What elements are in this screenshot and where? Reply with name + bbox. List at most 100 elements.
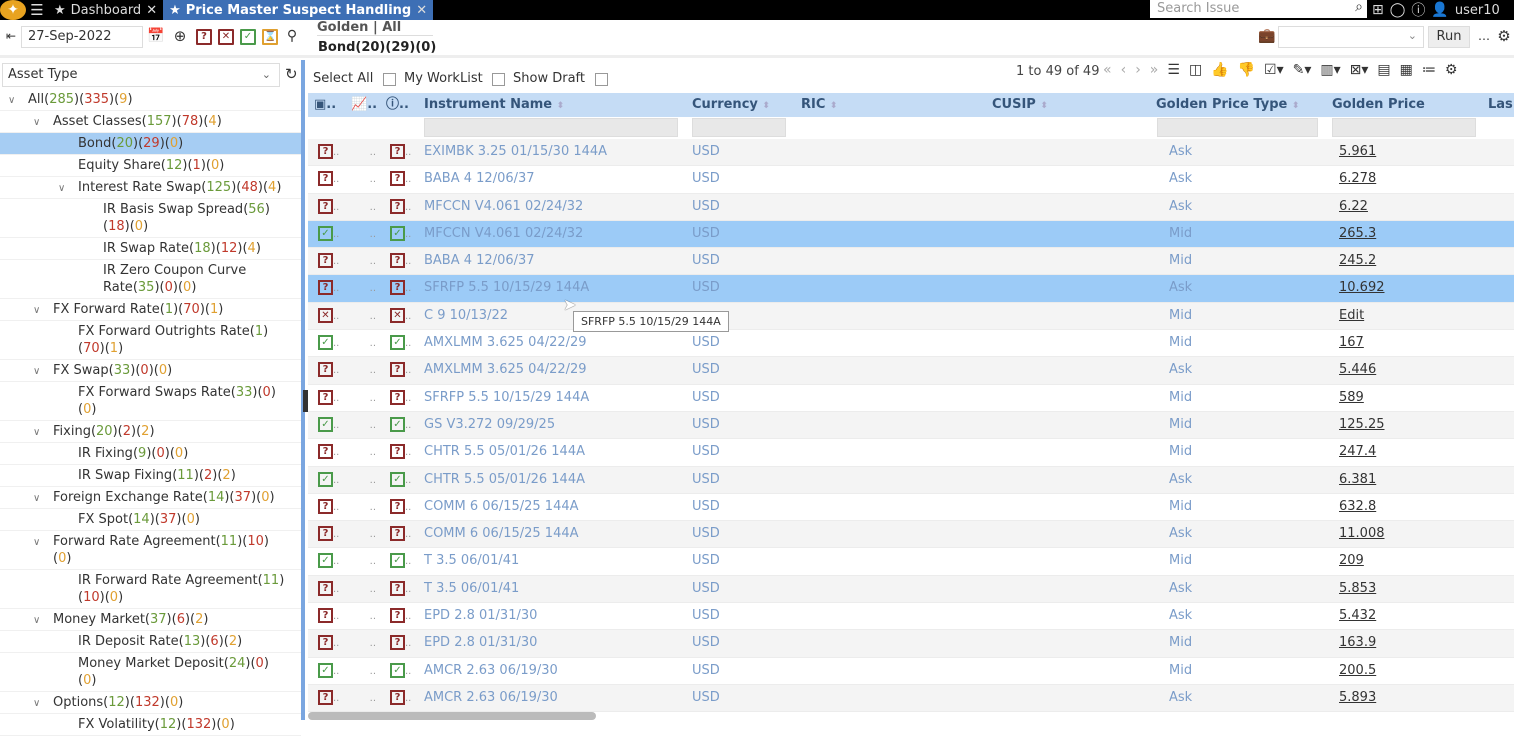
status-approved-icon[interactable]: ✓: [318, 553, 333, 569]
run-select[interactable]: ⌄: [1278, 26, 1424, 48]
instrument-filter-input[interactable]: [424, 118, 678, 137]
status-cell[interactable]: ✓..: [312, 658, 345, 684]
chevron-down-icon[interactable]: ∨: [33, 612, 40, 629]
chart-cell[interactable]: ..: [345, 139, 380, 165]
info-cell[interactable]: ✓..: [384, 221, 418, 247]
table-row[interactable]: ?.. .. ?.. AMXLMM 3.625 04/22/29 USD Ask…: [308, 357, 1514, 385]
status-approved-icon[interactable]: ✓: [390, 416, 405, 432]
price-type-filter-input[interactable]: [1157, 118, 1318, 137]
instrument-cell[interactable]: SFRFP 5.5 10/15/29 144A: [418, 385, 686, 411]
info-panel-icon[interactable]: ◫: [1189, 62, 1202, 78]
tree-node[interactable]: ∨ Foreign Exchange Rate(14)(37)(0): [0, 487, 301, 509]
table-row[interactable]: ?.. .. ?.. COMM 6 06/15/25 144A USD Mid …: [308, 493, 1514, 522]
suspect-filter-icon[interactable]: ?: [196, 29, 212, 45]
instrument-cell[interactable]: BABA 4 12/06/37: [418, 166, 686, 192]
chart-cell[interactable]: ..: [345, 303, 380, 329]
density-icon[interactable]: ☰: [1167, 62, 1180, 78]
tab-price-master[interactable]: ★ Price Master Suspect Handling ✕: [163, 0, 434, 20]
chevron-down-icon[interactable]: ∨: [33, 534, 40, 551]
instrument-cell[interactable]: SFRFP 5.5 10/15/29 144A: [418, 275, 686, 301]
refresh-icon[interactable]: ↻: [285, 65, 298, 83]
status-suspect-icon[interactable]: ?: [390, 498, 405, 514]
info-cell[interactable]: ?..: [384, 248, 418, 274]
table-row[interactable]: ?.. .. ?.. SFRFP 5.5 10/15/29 144A USD A…: [308, 275, 1514, 303]
more-icon[interactable]: …: [1476, 29, 1492, 45]
sort-icon[interactable]: ⬍: [1292, 101, 1300, 111]
clear-filter-icon[interactable]: ⚲: [284, 29, 300, 45]
edit-menu-icon[interactable]: ✎▾: [1293, 62, 1312, 78]
status-cell[interactable]: ?..: [312, 439, 345, 465]
status-suspect-icon[interactable]: ?: [318, 362, 333, 378]
instrument-cell[interactable]: EPD 2.8 01/31/30: [418, 630, 686, 656]
status-suspect-icon[interactable]: ?: [390, 198, 405, 214]
sort-icon[interactable]: ⬍: [830, 101, 838, 111]
info-cell[interactable]: ?..: [384, 439, 418, 465]
golden-price-link[interactable]: 5.446: [1333, 357, 1482, 383]
chevron-down-icon[interactable]: ∨: [33, 490, 40, 507]
status-cell[interactable]: ?..: [312, 521, 345, 547]
table-row[interactable]: ✓.. .. ✓.. AMCR 2.63 06/19/30 USD Mid 20…: [308, 657, 1514, 685]
status-approved-icon[interactable]: ✓: [390, 225, 405, 241]
column-header-ric[interactable]: RIC ⬍: [795, 93, 986, 117]
golden-price-link[interactable]: 245.2: [1333, 248, 1482, 274]
status-suspect-icon[interactable]: ?: [390, 580, 405, 596]
table-row[interactable]: ✓.. .. ✓.. MFCCN V4.061 02/24/32 USD Mid…: [308, 220, 1514, 249]
thumbs-up-icon[interactable]: 👍: [1211, 62, 1228, 78]
instrument-cell[interactable]: T 3.5 06/01/41: [418, 576, 686, 602]
instrument-cell[interactable]: GS V3.272 09/29/25: [418, 412, 686, 438]
chevron-down-icon[interactable]: ∨: [33, 363, 40, 380]
pending-filter-icon[interactable]: ⌛: [262, 29, 278, 45]
status-suspect-icon[interactable]: ?: [318, 689, 333, 705]
chart-cell[interactable]: ..: [345, 194, 380, 220]
status-suspect-icon[interactable]: ?: [318, 171, 333, 187]
info-cell[interactable]: ✓..: [384, 467, 418, 493]
tree-node[interactable]: FX Volatility(12)(132)(0): [0, 714, 301, 736]
first-page-icon[interactable]: «: [1103, 62, 1112, 78]
tree-node[interactable]: ∨ Options(12)(132)(0): [0, 692, 301, 714]
status-approved-icon[interactable]: ✓: [318, 225, 333, 241]
sort-icon[interactable]: ⬍: [1040, 101, 1048, 111]
status-rejected-icon[interactable]: ✕: [390, 307, 405, 323]
golden-price-link[interactable]: 5.893: [1333, 685, 1482, 711]
golden-price-link[interactable]: 265.3: [1333, 221, 1482, 247]
status-cell[interactable]: ?..: [312, 194, 345, 220]
info-cell[interactable]: ?..: [384, 166, 418, 192]
tree-node[interactable]: ∨ FX Forward Rate(1)(70)(1): [0, 299, 301, 321]
instrument-cell[interactable]: EXIMBK 3.25 01/15/30 144A: [418, 139, 686, 165]
golden-price-link[interactable]: Edit: [1333, 303, 1482, 329]
tree-node[interactable]: FX Spot(14)(37)(0): [0, 509, 301, 531]
list-icon[interactable]: ≔: [1422, 62, 1436, 78]
golden-price-link[interactable]: 200.5: [1333, 658, 1482, 684]
add-icon[interactable]: ⊞: [1372, 2, 1384, 18]
golden-price-link[interactable]: 6.278: [1333, 166, 1482, 192]
close-icon[interactable]: ✕: [416, 3, 427, 18]
user-name[interactable]: user10: [1455, 3, 1500, 18]
approve-menu-icon[interactable]: ☑▾: [1264, 62, 1284, 78]
status-approved-icon[interactable]: ✓: [318, 471, 333, 487]
status-suspect-icon[interactable]: ?: [390, 608, 405, 624]
rejected-filter-icon[interactable]: ✕: [218, 29, 234, 45]
instrument-cell[interactable]: MFCCN V4.061 02/24/32: [418, 221, 686, 247]
excel-menu-icon[interactable]: ⊠▾: [1350, 62, 1369, 78]
collapse-panel-icon[interactable]: ⇤: [3, 29, 19, 45]
instrument-cell[interactable]: BABA 4 12/06/37: [418, 248, 686, 274]
price-filter-input[interactable]: [1332, 118, 1476, 137]
status-suspect-icon[interactable]: ?: [390, 689, 405, 705]
tree-node[interactable]: ∨ Money Market(37)(6)(2): [0, 609, 301, 631]
last-page-icon[interactable]: »: [1150, 62, 1159, 78]
table-row[interactable]: ?.. .. ?.. EPD 2.8 01/31/30 USD Ask 5.43…: [308, 603, 1514, 631]
show-draft-checkbox[interactable]: [595, 73, 608, 86]
status-suspect-icon[interactable]: ?: [390, 171, 405, 187]
golden-price-link[interactable]: 163.9: [1333, 630, 1482, 656]
tree-node[interactable]: Equity Share(12)(1)(0): [0, 155, 301, 177]
info-cell[interactable]: ?..: [384, 275, 418, 301]
status-cell[interactable]: ?..: [312, 685, 345, 711]
golden-price-link[interactable]: 247.4: [1333, 439, 1482, 465]
select-all-checkbox[interactable]: [383, 73, 396, 86]
chart-cell[interactable]: ..: [345, 685, 380, 711]
tree-node[interactable]: IR Basis Swap Spread(56)(18)(0): [0, 199, 301, 238]
chart-cell[interactable]: ..: [345, 603, 380, 629]
status-approved-icon[interactable]: ✓: [390, 471, 405, 487]
gear-icon[interactable]: ⚙: [1496, 29, 1512, 45]
table-row[interactable]: ?.. .. ?.. T 3.5 06/01/41 USD Ask 5.853: [308, 575, 1514, 604]
